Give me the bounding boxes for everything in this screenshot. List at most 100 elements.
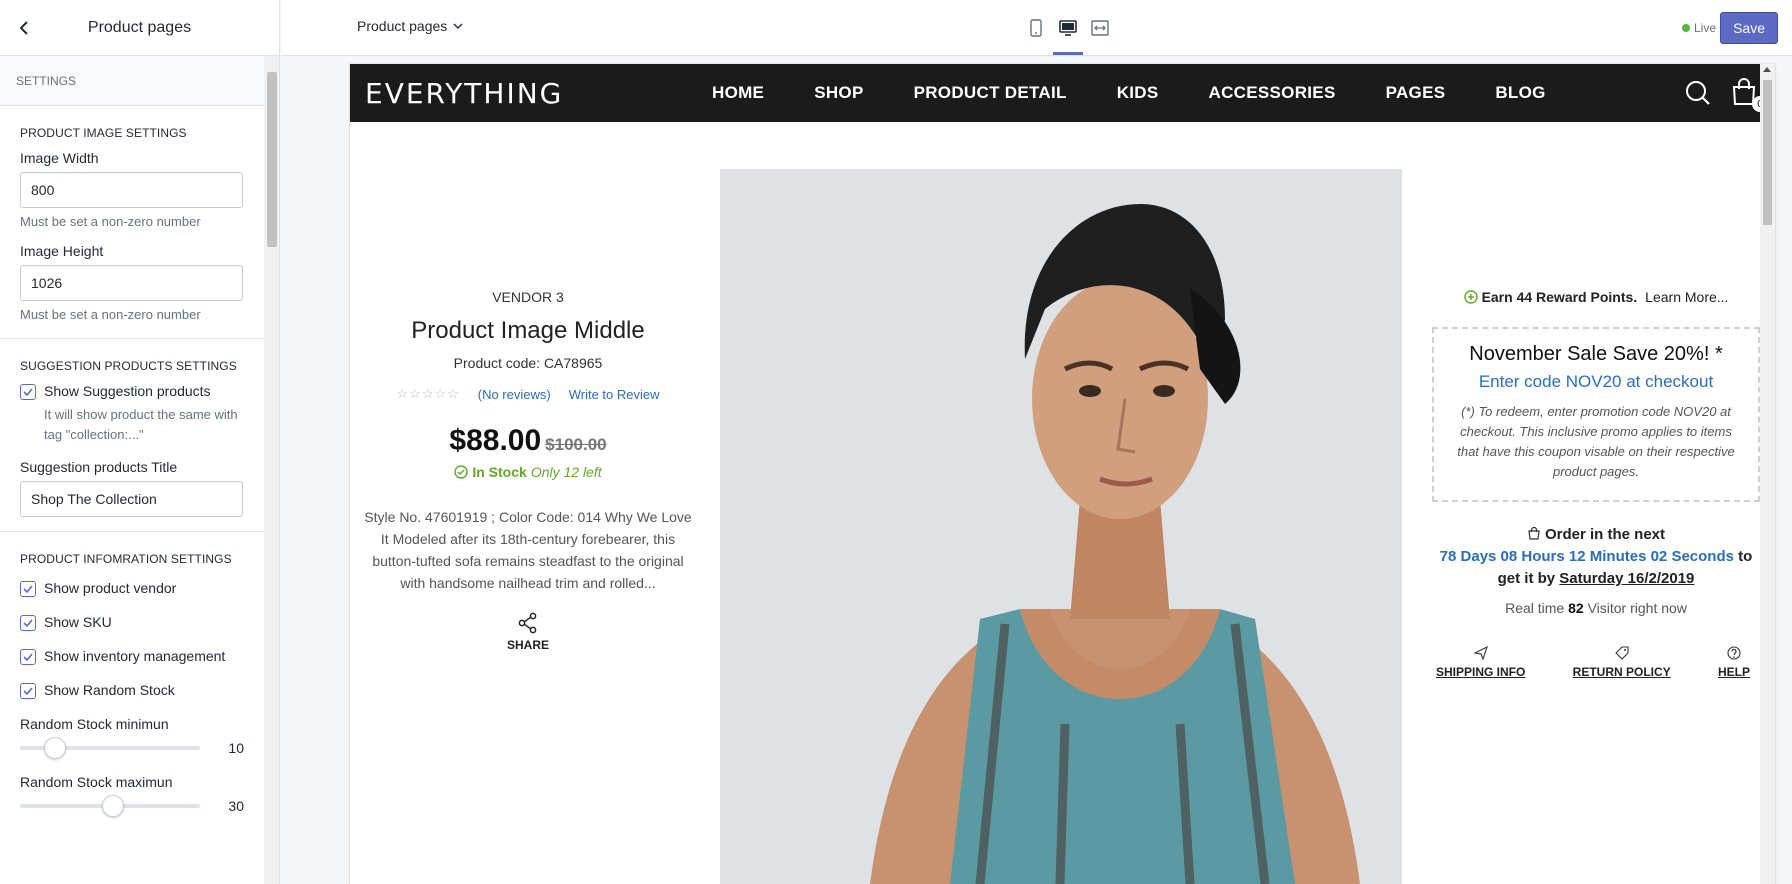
share-button[interactable]: SHARE (350, 612, 706, 652)
back-button[interactable] (12, 16, 36, 40)
compare-price: $100.00 (545, 435, 607, 454)
realtime-visitors: Real time 82 Visitor right now (1432, 600, 1760, 616)
checkbox[interactable] (20, 384, 36, 400)
reward-points: Earn 44 Reward Points. Learn More... (1432, 289, 1760, 305)
product-information-settings: PRODUCT INFOMRATION SETTINGS Show produc… (0, 532, 265, 846)
page-type-dropdown[interactable]: Product pages (357, 18, 463, 34)
tag-icon (1614, 646, 1629, 660)
store-navigation: EVERYTHING HOME SHOP PRODUCT DETAIL KIDS… (350, 64, 1768, 122)
show-suggestion-checkbox-row[interactable]: Show Suggestion products (20, 383, 245, 400)
slider-value: 30 (228, 798, 244, 814)
mobile-view-button[interactable] (1027, 16, 1045, 40)
menu-item-kids[interactable]: KIDS (1117, 83, 1159, 103)
checkbox-label: Show product vendor (44, 580, 177, 596)
menu-item-pages[interactable]: PAGES (1386, 83, 1446, 103)
chevron-left-icon (19, 21, 28, 35)
page-type-label: Product pages (357, 18, 448, 34)
scroll-up-arrow-icon[interactable] (1763, 67, 1771, 72)
mobile-icon (1030, 19, 1042, 37)
chevron-down-icon (453, 23, 463, 29)
paper-plane-icon (1473, 646, 1488, 660)
image-height-input[interactable] (20, 265, 243, 301)
image-height-label: Image Height (20, 243, 104, 259)
image-width-label: Image Width (20, 150, 99, 166)
product-vendor[interactable]: VENDOR 3 (350, 289, 706, 305)
sidebar-scroll-area: SETTINGS PRODUCT IMAGE SETTINGS Image Wi… (0, 56, 265, 884)
product-description: Style No. 47601919 ; Color Code: 014 Why… (364, 509, 692, 591)
star-rating-icon: ☆☆☆☆☆ (396, 386, 460, 401)
slider-value: 10 (228, 740, 244, 756)
scrollbar-thumb[interactable] (267, 72, 277, 247)
in-stock-label: In Stock (472, 464, 527, 480)
stock-max-slider[interactable]: 30 (20, 795, 245, 817)
slider-handle[interactable] (102, 795, 124, 817)
slider-track[interactable] (20, 795, 200, 817)
fullscreen-icon (1091, 20, 1109, 36)
plus-circle-icon (1463, 290, 1478, 304)
return-policy-link[interactable]: RETURN POLICY (1573, 646, 1671, 679)
product-info: VENDOR 3 Product Image Middle Product co… (350, 289, 706, 652)
checkbox-label: Show Suggestion products (44, 383, 211, 399)
settings-label: SETTINGS (0, 56, 265, 106)
checkmark-icon (23, 687, 33, 695)
bag-icon (1528, 526, 1540, 540)
visitors-suffix: Visitor right now (1587, 600, 1687, 616)
delivery-date: Saturday 16/2/2019 (1559, 570, 1695, 587)
menu-item-accessories[interactable]: ACCESSORIES (1209, 83, 1336, 103)
write-review-link[interactable]: Write to Review (569, 387, 660, 402)
sidebar-header: Product pages (0, 0, 279, 56)
share-label: SHARE (506, 638, 549, 652)
slider-track[interactable] (20, 737, 200, 759)
sidebar-scrollbar[interactable] (264, 56, 279, 884)
help-link[interactable]: HELP (1718, 646, 1750, 679)
learn-more-link[interactable]: Learn More... (1645, 289, 1728, 305)
checkbox[interactable] (20, 683, 36, 699)
product-image[interactable] (720, 169, 1402, 884)
checkbox-label: Show inventory management (44, 648, 226, 664)
policy-label: SHIPPING INFO (1436, 665, 1526, 679)
search-icon[interactable] (1685, 80, 1711, 106)
reviews-link[interactable]: (No reviews) (478, 387, 551, 402)
stock-min-slider[interactable]: 10 (20, 737, 245, 759)
promo-title: November Sale Save 20%! * (1469, 343, 1723, 365)
checkbox[interactable] (20, 615, 36, 631)
image-width-input[interactable] (20, 172, 243, 208)
checkbox-label: Show SKU (44, 614, 112, 630)
save-button[interactable]: Save (1720, 12, 1778, 44)
product-title: Product Image Middle (411, 317, 645, 344)
suggestion-help: It will show product the same with tag "… (44, 407, 238, 442)
checkbox[interactable] (20, 649, 36, 665)
shipping-info-link[interactable]: SHIPPING INFO (1436, 646, 1525, 679)
section-title: SUGGESTION PRODUCTS SETTINGS (20, 359, 237, 373)
store-preview-frame: EVERYTHING HOME SHOP PRODUCT DETAIL KIDS… (350, 64, 1775, 884)
store-logo[interactable]: EVERYTHING (365, 77, 563, 110)
checkmark-icon (23, 619, 33, 627)
fullscreen-view-button[interactable] (1091, 16, 1109, 40)
scrollbar-thumb[interactable] (1763, 80, 1772, 225)
menu-item-blog[interactable]: BLOG (1495, 83, 1545, 103)
image-width-help: Must be set a non-zero number (20, 214, 201, 229)
show-inventory-checkbox-row[interactable]: Show inventory management (20, 648, 245, 665)
show-vendor-checkbox-row[interactable]: Show product vendor (20, 580, 245, 597)
preview-scrollbar[interactable] (1760, 64, 1775, 884)
menu-item-product-detail[interactable]: PRODUCT DETAIL (914, 83, 1067, 103)
suggestion-products-settings: SUGGESTION PRODUCTS SETTINGS Show Sugges… (0, 339, 265, 532)
desktop-view-button[interactable] (1053, 16, 1083, 55)
policy-links: SHIPPING INFO RETURN POLICY HELP (1432, 646, 1760, 679)
desktop-icon (1059, 20, 1077, 36)
promo-note: (*) To redeem, enter promotion code NOV2… (1457, 404, 1735, 479)
slider-handle[interactable] (44, 737, 66, 759)
checkbox[interactable] (20, 581, 36, 597)
product-photo (720, 169, 1402, 884)
suggestion-title-input[interactable] (20, 481, 243, 517)
visitors-count: 82 (1568, 600, 1584, 616)
menu-item-home[interactable]: HOME (712, 83, 764, 103)
sale-price: $88.00 (449, 424, 542, 457)
live-label: Live (1693, 21, 1716, 35)
suggestion-title-label: Suggestion products Title (20, 459, 178, 475)
promo-box: November Sale Save 20%! * Enter code NOV… (1432, 327, 1760, 502)
menu-item-shop[interactable]: SHOP (814, 83, 863, 103)
show-sku-checkbox-row[interactable]: Show SKU (20, 614, 245, 631)
show-random-stock-checkbox-row[interactable]: Show Random Stock (20, 682, 245, 699)
product-image-settings: PRODUCT IMAGE SETTINGS Image Width Must … (0, 106, 265, 339)
